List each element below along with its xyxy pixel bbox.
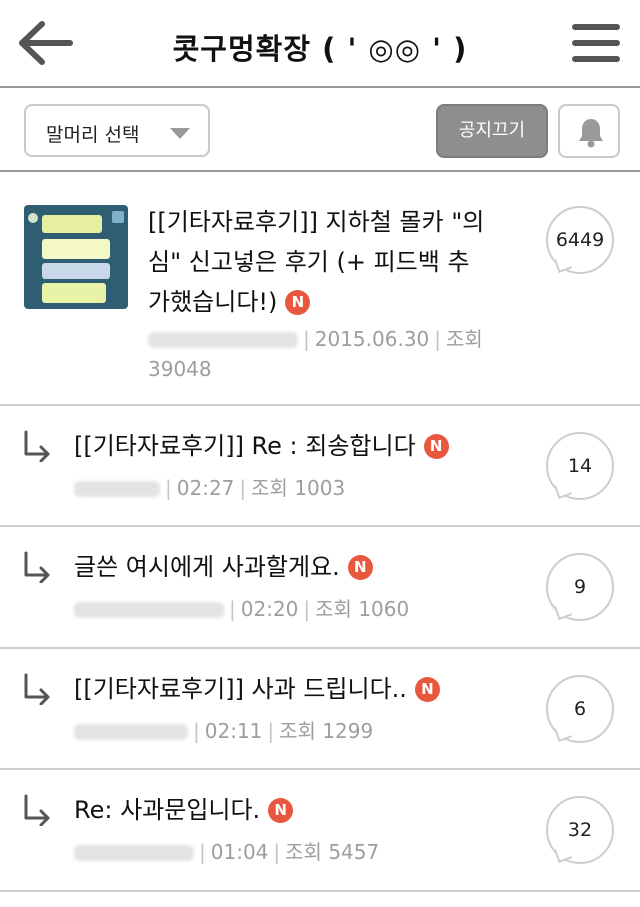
author-name [74, 602, 224, 618]
prefix-select-label: 말머리 선택 [46, 124, 140, 146]
notification-button[interactable] [558, 104, 620, 158]
new-badge: N [414, 677, 440, 702]
post-date: 02:27 [176, 476, 235, 500]
list-item[interactable]: Re: 사과문입니다. N | 01:04 | 조회 5457 32 [0, 770, 640, 892]
hide-notice-button[interactable]: 공지끄기 [436, 104, 548, 158]
post-title[interactable]: [[기타자료후기]] 사과 드립니다.. N [74, 669, 534, 709]
post-date: 02:20 [240, 597, 299, 621]
post-meta: | 02:20 | 조회 1060 [74, 594, 409, 624]
new-badge: N [285, 290, 311, 315]
reply-arrow-icon [24, 673, 50, 705]
post-title[interactable]: Re: 사과문입니다. N [74, 790, 534, 830]
chevron-down-icon [170, 128, 190, 139]
post-meta: | 02:27 | 조회 1003 [74, 473, 345, 503]
list-item[interactable]: [[기타자료후기]] 사과 드립니다.. N | 02:11 | 조회 1299 6 [0, 649, 640, 770]
prefix-select[interactable]: 말머리 선택 [24, 104, 210, 157]
author-name [74, 724, 188, 740]
post-meta: | 2015.06.30 | 조회 [148, 324, 528, 354]
post-views: 39048 [148, 357, 212, 381]
post-title[interactable]: [[기타자료후기]] 지하철 몰카 "의 심" 신고넣은 후기 (+ 피드백 추… [148, 202, 528, 322]
comment-count[interactable]: 6449 [546, 206, 614, 274]
post-title[interactable]: 글쓴 여시에게 사과할게요. N [74, 547, 534, 587]
comment-count[interactable]: 32 [546, 796, 614, 864]
list-item[interactable]: [[기타자료후기]] Re : 죄송합니다 N | 02:27 | 조회 1003 14 [0, 406, 640, 527]
page-title: 콧구멍확장 ( ' ◎◎ ' ) [172, 32, 468, 66]
reply-arrow-icon [24, 430, 50, 462]
bell-icon [579, 119, 603, 148]
menu-button[interactable] [570, 22, 622, 64]
author-name [74, 481, 160, 497]
back-button[interactable] [16, 20, 74, 66]
list-item[interactable]: [[기타자료후기]] 지하철 몰카 "의 심" 신고넣은 후기 (+ 피드백 추… [0, 176, 640, 406]
reply-arrow-icon [24, 794, 50, 826]
arrow-left-icon [19, 21, 73, 65]
new-badge: N [347, 555, 373, 580]
post-meta: | 01:04 | 조회 5457 [74, 837, 379, 867]
new-badge: N [423, 434, 449, 459]
comment-count[interactable]: 6 [546, 675, 614, 743]
top-header: 콧구멍확장 ( ' ◎◎ ' ) [0, 0, 640, 88]
comment-count[interactable]: 14 [546, 432, 614, 500]
comment-count[interactable]: 9 [546, 553, 614, 621]
reply-arrow-icon [24, 551, 50, 583]
board-toolbar: 말머리 선택 공지끄기 [0, 90, 640, 172]
author-name [148, 332, 298, 348]
post-title[interactable]: [[기타자료후기]] Re : 죄송합니다 N [74, 426, 534, 466]
post-date: 02:11 [204, 719, 263, 743]
list-item[interactable]: 글쓴 여시에게 사과할게요. N | 02:20 | 조회 1060 9 [0, 527, 640, 649]
hamburger-menu-icon [572, 24, 620, 62]
post-date: 01:04 [210, 840, 269, 864]
post-thumbnail [24, 205, 128, 309]
new-badge: N [268, 798, 294, 823]
post-date: 2015.06.30 [314, 327, 430, 351]
author-name [74, 845, 194, 861]
post-meta: | 02:11 | 조회 1299 [74, 716, 373, 746]
